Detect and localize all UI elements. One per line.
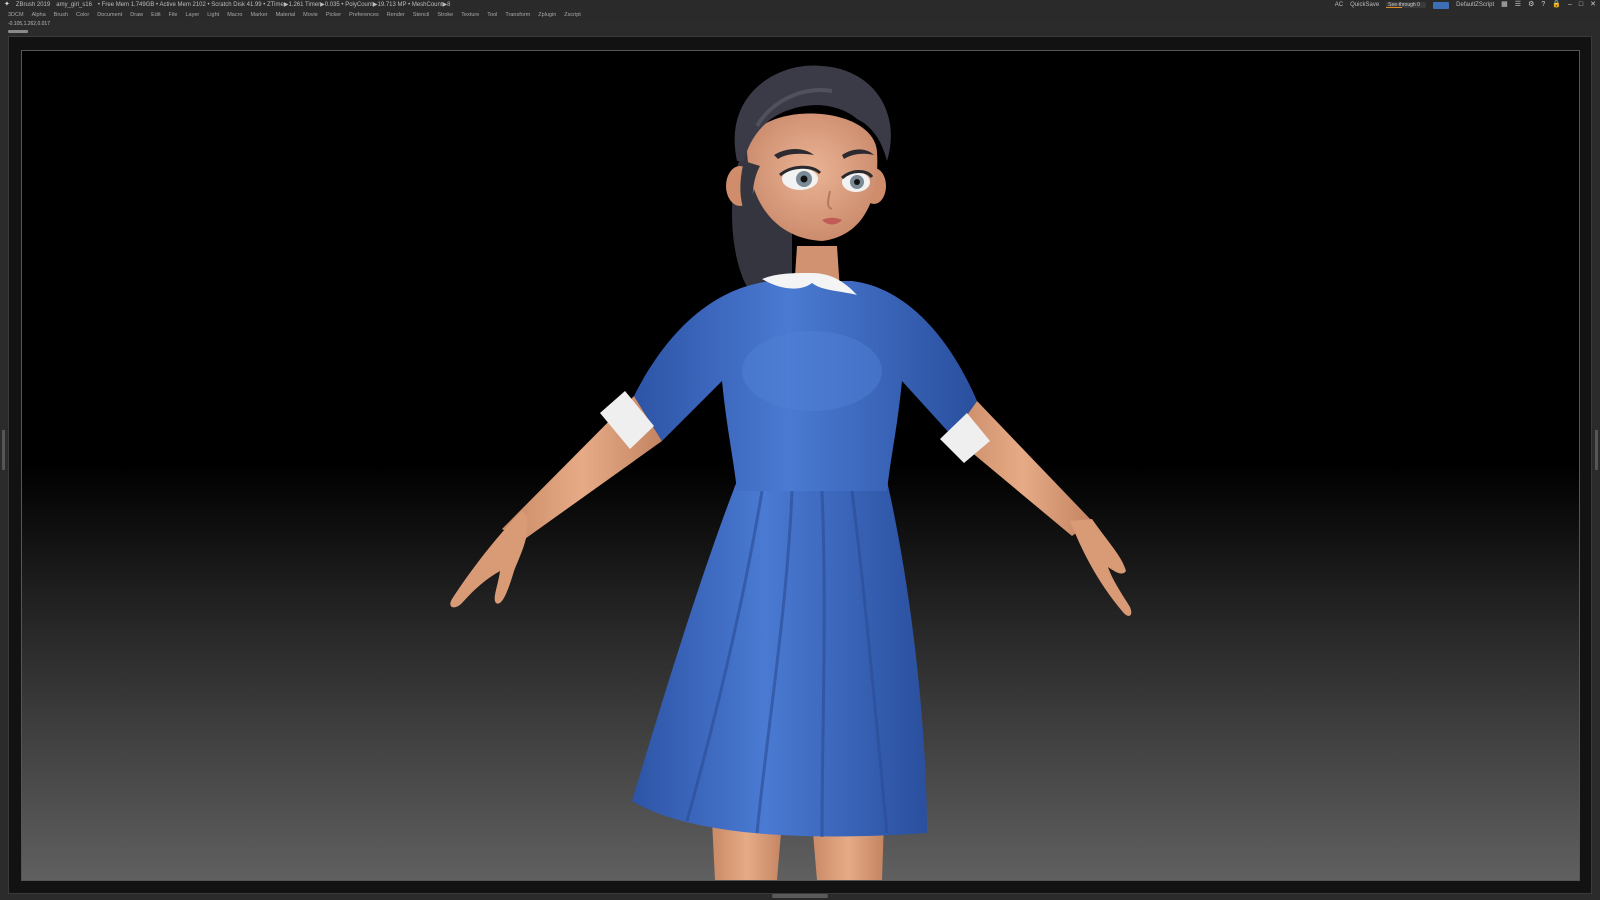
left-hand: [450, 511, 528, 608]
progress-bar: [8, 30, 28, 33]
menu-render[interactable]: Render: [387, 10, 405, 20]
right-hand: [1070, 519, 1132, 616]
menu-draw[interactable]: Draw: [130, 10, 143, 20]
menu-macro[interactable]: Macro: [227, 10, 242, 20]
maximize-icon[interactable]: □: [1579, 0, 1583, 10]
tool-icon[interactable]: ⚙: [1528, 0, 1534, 10]
menu-stencil[interactable]: Stencil: [413, 10, 430, 20]
palette-icon[interactable]: ☰: [1515, 0, 1521, 10]
lock-icon[interactable]: 🔒: [1552, 0, 1561, 10]
menu-picker[interactable]: Picker: [326, 10, 341, 20]
title-bar: ✦ ZBrush 2019 amy_girl_s16 • Free Mem 1.…: [0, 0, 1600, 10]
menu-bar: 3DCM Alpha Brush Color Document Draw Edi…: [0, 10, 1600, 20]
menu-zplugin[interactable]: Zplugin: [538, 10, 556, 20]
menu-material[interactable]: Material: [276, 10, 296, 20]
menu-stroke[interactable]: Stroke: [437, 10, 453, 20]
minimize-icon[interactable]: –: [1568, 0, 1572, 10]
menu-brush[interactable]: Brush: [54, 10, 68, 20]
menu-marker[interactable]: Marker: [250, 10, 267, 20]
see-through-label: See-through 0: [1388, 2, 1420, 8]
default-zscript-button[interactable]: DefaultZScript: [1456, 0, 1494, 10]
file-name: amy_girl_s16: [56, 2, 92, 8]
zbrush-logo-icon: ✦: [4, 1, 10, 8]
layout-icon[interactable]: ▦: [1501, 0, 1508, 10]
menu-transform[interactable]: Transform: [505, 10, 530, 20]
right-tray-handle[interactable]: [1595, 430, 1598, 470]
menu-3dcm[interactable]: 3DCM: [8, 10, 24, 20]
menu-preferences[interactable]: Preferences: [349, 10, 379, 20]
menu-layer[interactable]: Layer: [185, 10, 199, 20]
bodice-shade: [742, 331, 882, 411]
menu-zscript[interactable]: Zscript: [564, 10, 581, 20]
3d-viewport[interactable]: [21, 50, 1580, 881]
memory-stats: • Free Mem 1.749GB • Active Mem 2102 • S…: [97, 2, 451, 8]
menu-color[interactable]: Color: [76, 10, 89, 20]
help-icon[interactable]: ?: [1541, 0, 1545, 10]
cursor-coordinates: -0.105,1.262,0.017: [8, 21, 50, 27]
menu-edit[interactable]: Edit: [151, 10, 160, 20]
close-icon[interactable]: ✕: [1590, 0, 1596, 10]
menu-alpha[interactable]: Alpha: [32, 10, 46, 20]
ac-label[interactable]: AC: [1335, 0, 1343, 10]
quicksave-button[interactable]: QuickSave: [1350, 0, 1379, 10]
menus-toggle-button[interactable]: [1433, 1, 1450, 9]
bottom-tray-handle[interactable]: [772, 894, 828, 898]
see-through-slider[interactable]: See-through 0: [1386, 2, 1427, 8]
app-name: ZBrush 2019: [15, 2, 51, 8]
menu-tool[interactable]: Tool: [487, 10, 497, 20]
menu-texture[interactable]: Texture: [461, 10, 479, 20]
menu-file[interactable]: File: [169, 10, 178, 20]
menu-document[interactable]: Document: [97, 10, 122, 20]
menu-movie[interactable]: Movie: [303, 10, 318, 20]
left-tray-handle[interactable]: [2, 430, 5, 470]
character-model: [450, 65, 1132, 880]
menu-light[interactable]: Light: [207, 10, 219, 20]
